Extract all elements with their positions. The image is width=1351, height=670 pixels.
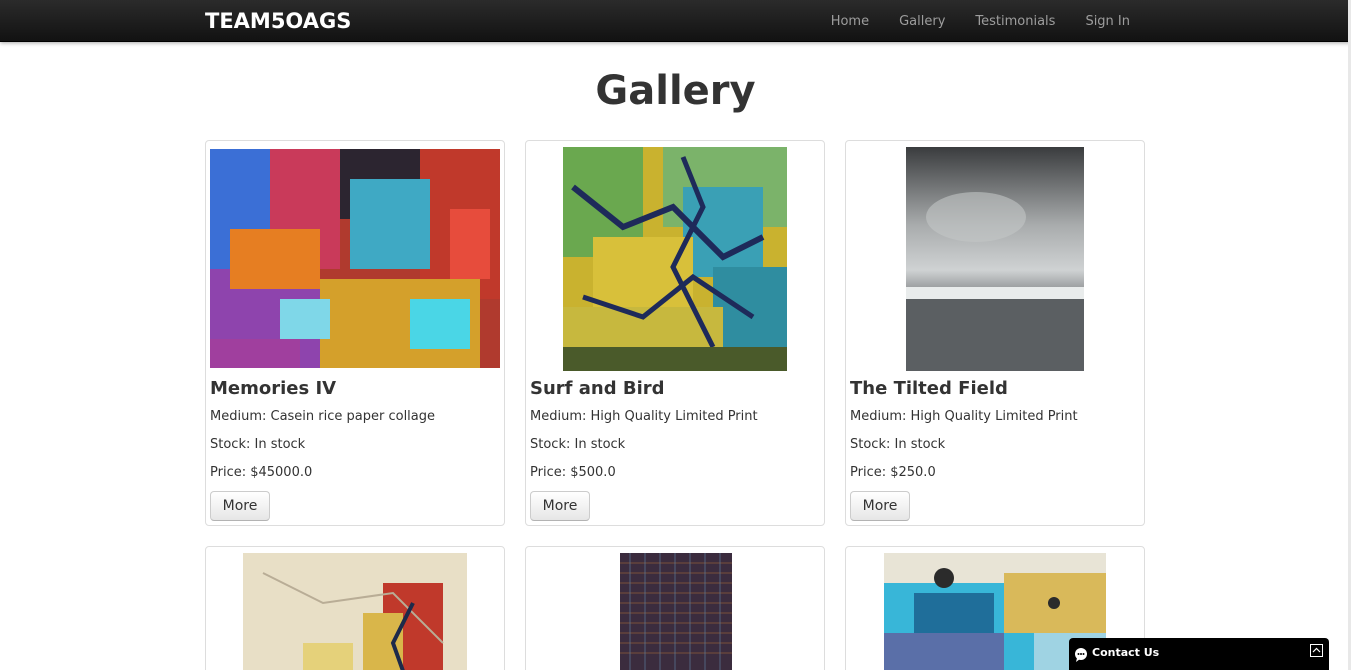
artwork-medium: Medium: High Quality Limited Print <box>530 409 758 424</box>
artwork-stock: Stock: In stock <box>210 437 306 452</box>
chat-bubble-icon <box>1074 647 1088 666</box>
brand-logo[interactable]: TEAM5OAGS <box>205 9 351 33</box>
artwork-image[interactable] <box>620 553 732 670</box>
contact-us-label: Contact Us <box>1092 646 1160 659</box>
navbar: TEAM5OAGS Home Gallery Testimonials Sign… <box>0 0 1351 42</box>
artwork-medium: Medium: High Quality Limited Print <box>850 409 1078 424</box>
nav-home-link[interactable]: Home <box>831 14 869 29</box>
nav-testimonials-link[interactable]: Testimonials <box>975 14 1055 29</box>
nav-signin-link[interactable]: Sign In <box>1085 14 1130 29</box>
artwork-title: The Tilted Field <box>850 378 1008 399</box>
nav-gallery-link[interactable]: Gallery <box>899 14 945 29</box>
gallery-card <box>205 546 505 670</box>
artwork-price: Price: $45000.0 <box>210 465 313 480</box>
artwork-price: Price: $500.0 <box>530 465 616 480</box>
gallery-card-surf-and-bird: Surf and Bird Medium: High Quality Limit… <box>525 140 825 526</box>
artwork-image-the-tilted-field[interactable] <box>906 147 1084 371</box>
expand-icon[interactable] <box>1310 644 1323 657</box>
more-button[interactable]: More <box>530 491 590 521</box>
artwork-title: Surf and Bird <box>530 378 665 399</box>
nav-links: Home Gallery Testimonials Sign In <box>801 0 1130 42</box>
artwork-stock: Stock: In stock <box>530 437 626 452</box>
artwork-title: Memories IV <box>210 378 337 399</box>
artwork-image[interactable] <box>243 553 467 670</box>
artwork-price: Price: $250.0 <box>850 465 936 480</box>
artwork-medium: Medium: Casein rice paper collage <box>210 409 436 424</box>
artwork-stock: Stock: In stock <box>850 437 946 452</box>
more-button[interactable]: More <box>850 491 910 521</box>
gallery-card-the-tilted-field: The Tilted Field Medium: High Quality Li… <box>845 140 1145 526</box>
gallery-card-memories-iv: Memories IV Medium: Casein rice paper co… <box>205 140 505 526</box>
contact-us-widget[interactable]: Contact Us <box>1069 638 1329 670</box>
artwork-image-memories-iv[interactable] <box>210 149 500 368</box>
page-title: Gallery <box>595 68 756 114</box>
artwork-image-surf-and-bird[interactable] <box>563 147 787 371</box>
gallery-card <box>525 546 825 670</box>
more-button[interactable]: More <box>210 491 270 521</box>
